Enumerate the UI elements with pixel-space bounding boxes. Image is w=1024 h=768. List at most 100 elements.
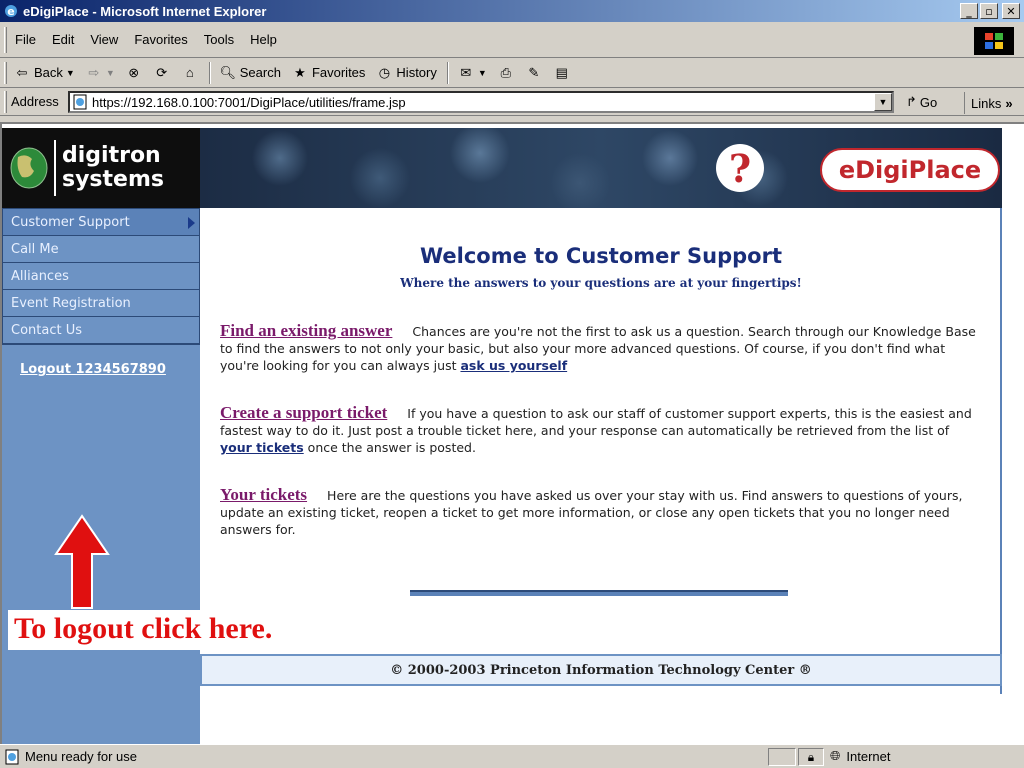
- close-button[interactable]: ✕: [1002, 3, 1020, 19]
- address-grip: [4, 90, 7, 113]
- section-text-after: once the answer is posted.: [303, 440, 476, 455]
- refresh-button[interactable]: ⟳: [153, 64, 171, 82]
- your-tickets-heading-link[interactable]: Your tickets: [220, 485, 307, 504]
- back-button[interactable]: ⇦ Back ▼: [13, 64, 75, 82]
- divider-bar: [410, 590, 788, 596]
- address-dropdown-icon[interactable]: ▼: [874, 93, 892, 111]
- maximize-button[interactable]: ▫: [980, 3, 998, 19]
- sidebar-menu: Customer Support Call Me Alliances Event…: [2, 208, 200, 345]
- history-button[interactable]: ◷ History: [375, 64, 437, 82]
- menu-view[interactable]: View: [90, 32, 118, 47]
- links-button[interactable]: Links »: [964, 92, 1013, 114]
- menu-help[interactable]: Help: [250, 32, 277, 47]
- sidebar-item-label: Event Registration: [11, 295, 131, 311]
- menu-bar: File Edit View Favorites Tools Help: [0, 22, 1024, 58]
- page-icon: [73, 94, 87, 110]
- zone-label: Internet: [846, 748, 891, 764]
- mail-dropdown-icon[interactable]: ▼: [478, 68, 487, 78]
- home-button[interactable]: ⌂: [181, 64, 199, 82]
- section-your-tickets: Your tickets Here are the questions you h…: [220, 486, 982, 538]
- question-mark-icon: ?: [716, 144, 764, 192]
- status-pane-1: [768, 748, 796, 766]
- section-find-answer: Find an existing answer Chances are you'r…: [220, 322, 982, 374]
- print-icon: ⎙: [500, 64, 511, 80]
- back-label: Back: [34, 65, 63, 80]
- status-text: Menu ready for use: [25, 749, 138, 764]
- section-create-ticket: Create a support ticket If you have a que…: [220, 404, 982, 456]
- forward-dropdown-icon[interactable]: ▼: [106, 68, 115, 78]
- menu-file[interactable]: File: [15, 32, 36, 47]
- status-bar: Menu ready for use 🔒︎ 🌐︎ Internet: [0, 744, 1024, 768]
- page-footer: © 2000-2003 Princeton Information Techno…: [200, 654, 1002, 686]
- edigiplace-brand: eDigiPlace: [820, 148, 1000, 192]
- globe-zone-icon: 🌐︎: [830, 748, 841, 763]
- section-text: Here are the questions you have asked us…: [220, 488, 963, 537]
- title-bar: e eDigiPlace - Microsoft Internet Explor…: [0, 0, 1024, 22]
- page-title: Welcome to Customer Support: [419, 244, 783, 268]
- red-arrow-icon: [54, 514, 110, 609]
- address-label: Address: [11, 94, 59, 109]
- logo-line-1: digitron: [62, 143, 161, 168]
- discuss-button[interactable]: ▤: [553, 64, 571, 82]
- back-arrow-icon: ⇦: [16, 64, 28, 80]
- favorites-label: Favorites: [311, 65, 366, 80]
- status-pane-lock: 🔒︎: [798, 748, 824, 766]
- security-zone: 🌐︎ Internet: [830, 748, 891, 764]
- search-button[interactable]: 🔍︎ Search: [219, 64, 281, 82]
- search-label: Search: [239, 65, 281, 80]
- refresh-icon: ⟳: [156, 64, 168, 80]
- address-url: https://192.168.0.100:7001/DigiPlace/uti…: [92, 94, 406, 110]
- go-label: Go: [919, 94, 938, 110]
- back-dropdown-icon[interactable]: ▼: [66, 68, 75, 78]
- windows-logo-icon: [974, 27, 1014, 55]
- menu-grip: [4, 26, 7, 53]
- sidebar-item-contact-us[interactable]: Contact Us: [3, 317, 199, 344]
- favorites-button[interactable]: ★ Favorites: [291, 64, 365, 82]
- address-bar: Address https://192.168.0.100:7001/DigiP…: [0, 88, 1024, 116]
- address-input[interactable]: https://192.168.0.100:7001/DigiPlace/uti…: [68, 91, 894, 113]
- ask-us-yourself-link[interactable]: ask us yourself: [460, 358, 567, 373]
- find-answer-link[interactable]: Find an existing answer: [220, 321, 392, 340]
- mail-button[interactable]: ✉ ▼: [457, 64, 487, 82]
- minimize-button[interactable]: _: [960, 3, 978, 19]
- digitron-logo[interactable]: digitron systems: [2, 128, 200, 208]
- window-title: eDigiPlace - Microsoft Internet Explorer: [23, 3, 267, 19]
- go-button[interactable]: ↱ Go: [906, 94, 937, 110]
- chevron-right-icon: »: [1005, 95, 1013, 111]
- page-subtitle: Where the answers to your questions are …: [400, 276, 802, 290]
- menu-favorites[interactable]: Favorites: [134, 32, 187, 47]
- sidebar-item-label: Alliances: [11, 268, 69, 284]
- logo-line-2: systems: [62, 167, 164, 192]
- sidebar-item-call-me[interactable]: Call Me: [3, 236, 199, 263]
- toolbar-separator-2: [446, 61, 449, 84]
- links-label: Links: [971, 95, 1002, 111]
- edit-icon: ✎: [528, 64, 540, 80]
- search-icon: 🔍︎: [219, 64, 236, 80]
- site-banner: digitron systems ? eDigiPlace: [2, 128, 1002, 208]
- edit-button[interactable]: ✎: [525, 64, 543, 82]
- toolbar-grip: [4, 61, 7, 84]
- page-viewport: digitron systems ? eDigiPlace Customer S…: [0, 122, 1024, 746]
- menu-edit[interactable]: Edit: [52, 32, 74, 47]
- logout-link[interactable]: Logout 1234567890: [20, 362, 166, 377]
- sidebar-item-event-registration[interactable]: Event Registration: [3, 290, 199, 317]
- stop-button[interactable]: ⊗: [125, 64, 143, 82]
- page-status-icon: [5, 749, 19, 764]
- content-frame: Welcome to Customer Support Where the an…: [200, 208, 1002, 694]
- forward-button[interactable]: ⇨ ▼: [85, 64, 115, 82]
- logo-text: digitron systems: [62, 144, 164, 192]
- your-tickets-link[interactable]: your tickets: [220, 440, 304, 455]
- sidebar-item-alliances[interactable]: Alliances: [3, 263, 199, 290]
- sidebar: Customer Support Call Me Alliances Event…: [2, 208, 200, 746]
- menu-tools[interactable]: Tools: [204, 32, 234, 47]
- toolbar-separator: [208, 61, 211, 84]
- globe-icon: [10, 147, 48, 189]
- history-icon: ◷: [378, 64, 391, 80]
- favorites-icon: ★: [294, 64, 306, 80]
- print-button[interactable]: ⎙: [497, 64, 515, 82]
- create-ticket-link[interactable]: Create a support ticket: [220, 403, 387, 422]
- discuss-icon: ▤: [555, 64, 568, 80]
- sidebar-item-label: Contact Us: [11, 322, 82, 338]
- sidebar-item-customer-support[interactable]: Customer Support: [3, 209, 199, 236]
- ie-icon: e: [5, 5, 17, 18]
